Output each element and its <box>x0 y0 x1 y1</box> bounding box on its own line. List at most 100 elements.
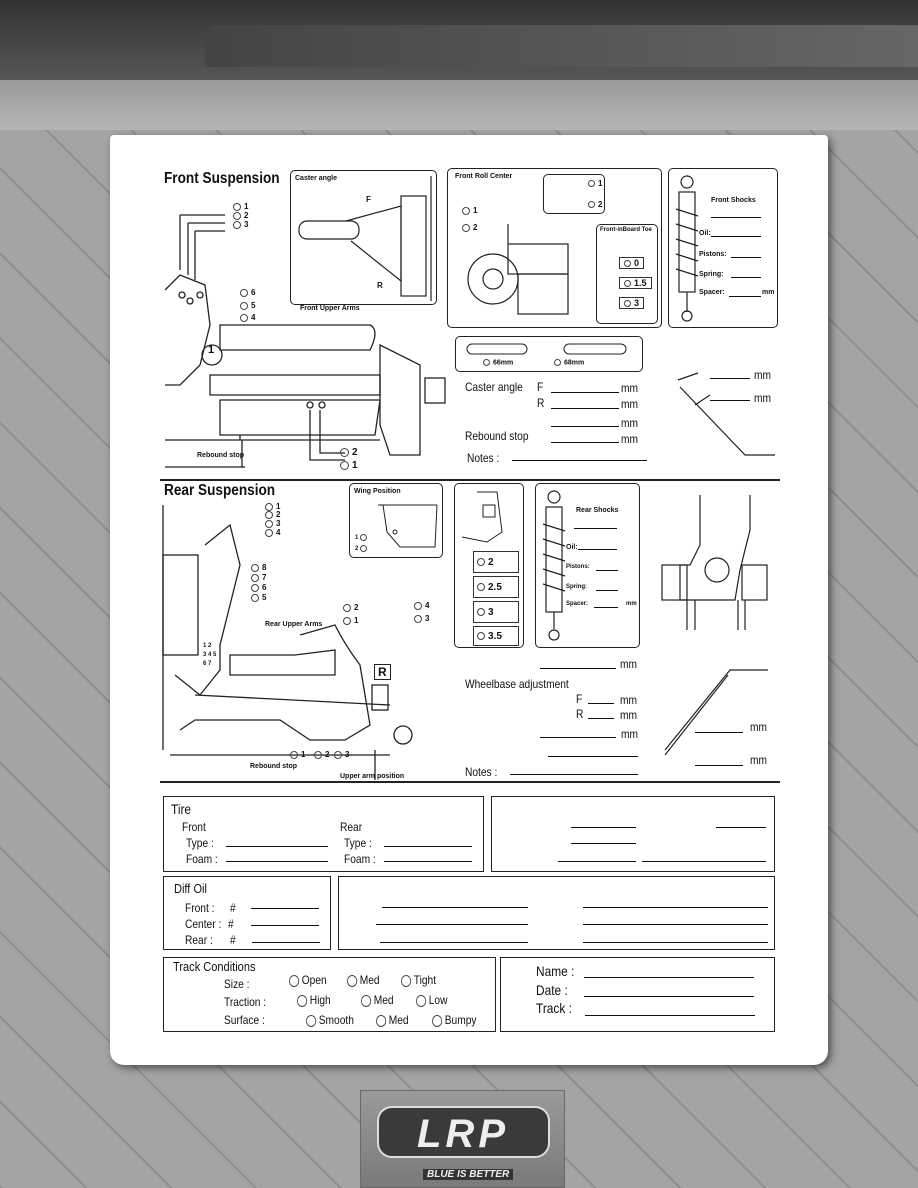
hole-option[interactable]: 8 <box>262 563 266 572</box>
mm-unit: mm <box>750 720 767 734</box>
bar-field[interactable] <box>695 765 743 766</box>
surface-smooth-radio[interactable] <box>306 1014 317 1027</box>
diff-oil-title: Diff Oil <box>174 881 207 896</box>
diff-center-field[interactable] <box>251 925 319 926</box>
surface-label: Surface : <box>224 1013 265 1027</box>
rear-tire-foam-field[interactable] <box>384 861 472 862</box>
blank-field[interactable] <box>382 907 528 908</box>
blank-field[interactable] <box>716 827 766 828</box>
blank-field[interactable] <box>376 924 528 925</box>
hub-option[interactable]: 1 <box>354 616 358 625</box>
blank-field[interactable] <box>380 942 528 943</box>
measurement-field[interactable] <box>540 737 616 738</box>
hole-option[interactable]: 4 <box>251 313 255 322</box>
hub-option[interactable]: 4 <box>425 601 429 610</box>
traction-label: Traction : <box>224 995 267 1009</box>
rear-toe-option[interactable]: 3 <box>488 607 494 618</box>
front-tire-type-field[interactable] <box>226 846 328 847</box>
hole-option[interactable]: 1 <box>244 202 248 211</box>
size-med-radio[interactable] <box>347 974 358 987</box>
measurement-field[interactable] <box>540 668 616 669</box>
front-upper-arms-label: Front Upper Arms <box>300 305 360 312</box>
surface-med-radio[interactable] <box>376 1014 387 1027</box>
hub-r-label: R <box>374 664 391 680</box>
wheelbase-adjustment-label: Wheelbase adjustment <box>465 677 569 691</box>
traction-med-radio[interactable] <box>361 994 372 1007</box>
rear-toe-option[interactable]: 2.5 <box>488 582 502 593</box>
arm-68mm-option[interactable]: 68mm <box>564 359 584 366</box>
wheelbase-f-field[interactable] <box>588 703 614 704</box>
front-tire-foam-field[interactable] <box>226 861 328 862</box>
rebound-stop-label: Rebound stop <box>197 452 245 459</box>
hole-option[interactable]: 1 <box>301 750 305 759</box>
front-type-label: Type : <box>186 836 214 850</box>
wing-option[interactable]: 2 <box>355 546 358 552</box>
traction-high-radio[interactable] <box>297 994 308 1007</box>
measurement-field[interactable] <box>548 756 638 757</box>
hole-option[interactable]: 6 <box>251 288 255 297</box>
caster-f-field[interactable] <box>551 392 619 393</box>
hole-option[interactable]: 3 <box>244 220 248 229</box>
toe-option[interactable]: 3 <box>634 298 639 308</box>
caster-angle-label: Caster angle <box>465 380 523 394</box>
hub-option[interactable]: 3 <box>425 614 429 623</box>
track-field[interactable] <box>585 1015 755 1016</box>
hole-option[interactable]: 2 <box>244 211 248 220</box>
blank-field[interactable] <box>558 861 636 862</box>
hole-option[interactable]: 1 <box>352 460 358 471</box>
roll-center-option[interactable]: 1 <box>473 206 477 215</box>
blank-field[interactable] <box>583 942 768 943</box>
name-field[interactable] <box>584 977 754 978</box>
traction-low-radio[interactable] <box>416 994 427 1007</box>
size-tight-radio[interactable] <box>401 974 412 987</box>
front-roll-center-box: Front Roll Center 1 2 1 2 Front-inBoard … <box>447 168 662 328</box>
notes-field[interactable] <box>512 460 647 461</box>
mm-unit: mm <box>754 391 771 405</box>
mm-unit: mm <box>621 416 638 430</box>
size-open-radio[interactable] <box>289 974 300 987</box>
hole-option[interactable]: 6 <box>262 583 266 592</box>
hole-option[interactable]: 5 <box>262 593 266 602</box>
bar-field[interactable] <box>710 400 750 401</box>
size-label: Size : <box>224 977 250 991</box>
rear-toe-option[interactable]: 3.5 <box>488 631 502 642</box>
mm-unit: mm <box>620 693 637 707</box>
bar-field[interactable] <box>710 378 750 379</box>
surface-bumpy-radio[interactable] <box>432 1014 443 1027</box>
toe-option[interactable]: 0 <box>634 258 639 268</box>
diff-front-field[interactable] <box>251 908 319 909</box>
rear-tire-type-field[interactable] <box>384 846 472 847</box>
hole-option[interactable]: 2 <box>325 750 329 759</box>
rear-toe-option[interactable]: 2 <box>488 557 494 568</box>
hole-option[interactable]: 2 <box>352 447 358 458</box>
hole-option[interactable]: 5 <box>251 301 255 310</box>
spring-label: Spring: <box>699 271 724 278</box>
date-field[interactable] <box>584 996 754 997</box>
roll-center-top-option[interactable]: 1 <box>598 179 602 188</box>
blank-field[interactable] <box>571 827 636 828</box>
arm-66mm-option[interactable]: 66mm <box>493 359 513 366</box>
blank-field[interactable] <box>583 924 768 925</box>
blank-field[interactable] <box>583 907 768 908</box>
hole-option[interactable]: 2 <box>276 510 280 519</box>
diff-rear-field[interactable] <box>252 942 320 943</box>
rear-notes-field[interactable] <box>510 774 638 775</box>
hub-option[interactable]: 2 <box>354 603 358 612</box>
rear-type-label: Type : <box>344 836 372 850</box>
blank-field[interactable] <box>642 861 766 862</box>
roll-center-top-option[interactable]: 2 <box>598 200 602 209</box>
wing-option[interactable]: 1 <box>355 535 358 541</box>
hole-option[interactable]: 4 <box>276 528 280 537</box>
wheelbase-r-field[interactable] <box>588 718 614 719</box>
bar-field[interactable] <box>695 732 743 733</box>
hole-option[interactable]: 3 <box>276 519 280 528</box>
blank-field[interactable] <box>571 843 636 844</box>
rebound-stop-field[interactable] <box>551 442 619 443</box>
tire-title: Tire <box>171 801 192 817</box>
lrp-logo-mark: LRP <box>377 1106 550 1158</box>
hole-option[interactable]: 7 <box>262 573 266 582</box>
caster-r-field[interactable] <box>551 408 619 409</box>
hole-option[interactable]: 3 <box>345 750 349 759</box>
measurement-field[interactable] <box>551 426 619 427</box>
toe-option[interactable]: 1.5 <box>634 278 647 288</box>
